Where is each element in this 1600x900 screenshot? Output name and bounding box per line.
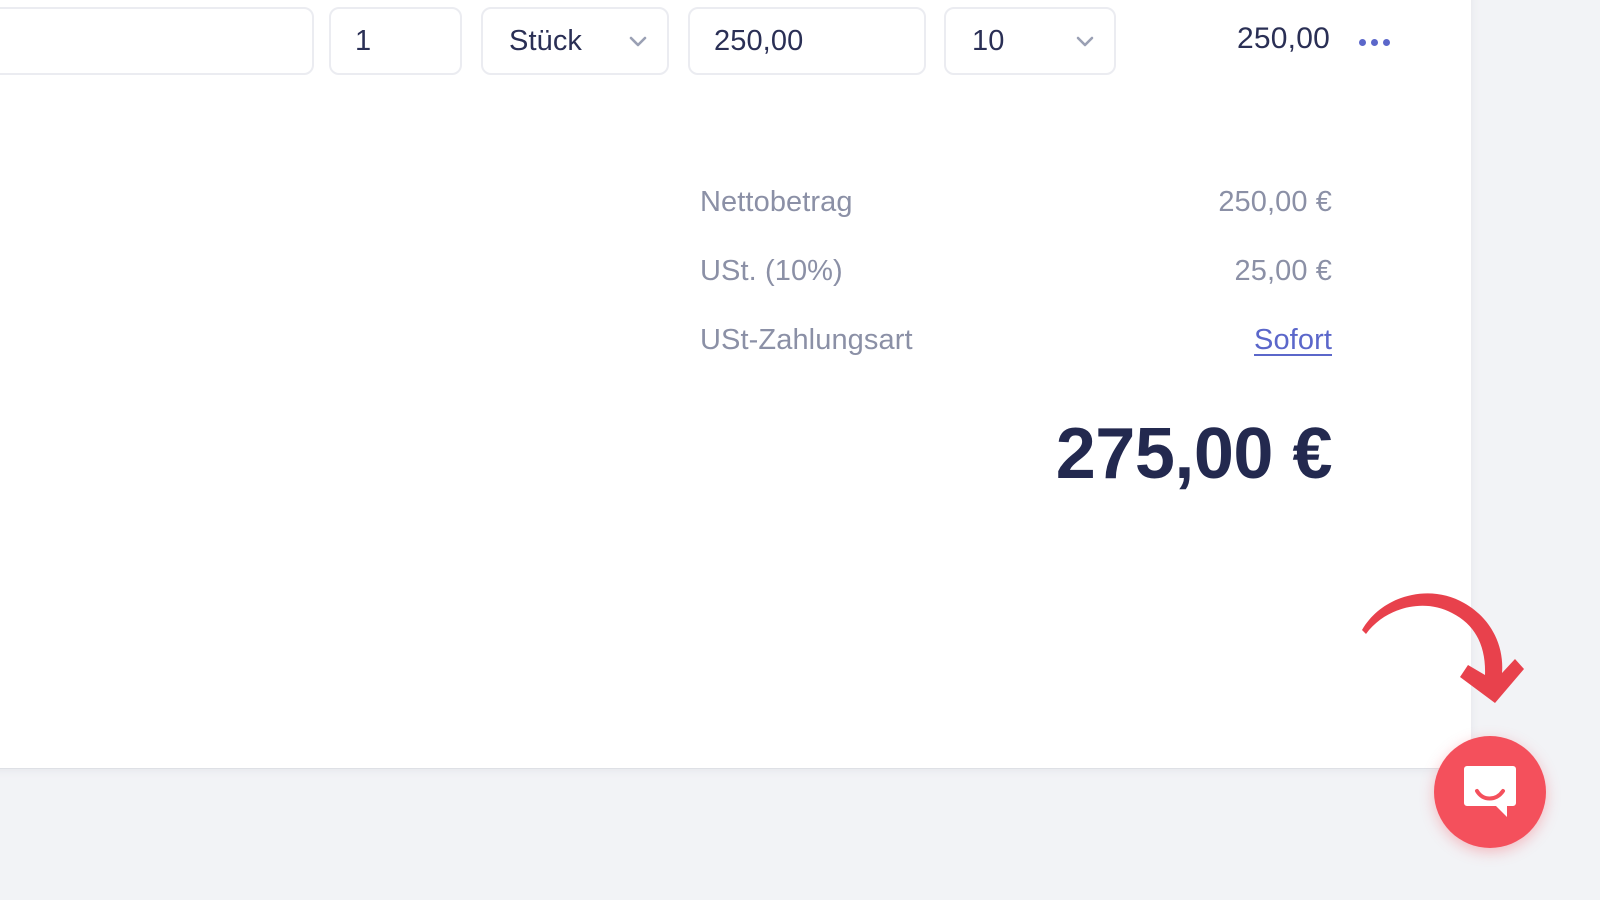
ellipsis-dot <box>1382 38 1390 46</box>
line-item-quantity-input[interactable]: 1 <box>329 7 462 75</box>
ellipsis-dot <box>1358 38 1366 46</box>
chevron-down-icon <box>625 28 651 54</box>
invoice-document-card: 1 Stück 250,00 10 250,00 Nettobetrag 250… <box>0 0 1471 769</box>
totals-label-vat: USt. (10%) <box>700 255 843 287</box>
totals-value-vat-payment-type-link[interactable]: Sofort <box>1254 324 1332 357</box>
totals-value-vat: 25,00 € <box>1234 255 1332 287</box>
line-item-unit-value: Stück <box>509 24 583 57</box>
line-item-unit-select[interactable]: Stück <box>481 7 669 75</box>
totals-value-net: 250,00 € <box>1218 186 1332 218</box>
line-item-unit-price-value: 250,00 <box>714 24 804 57</box>
grand-total-amount: 275,00 € <box>1055 414 1333 494</box>
ellipsis-horizontal-icon[interactable] <box>1352 25 1396 59</box>
line-item-total-amount: 250,00 <box>1237 22 1330 55</box>
ellipsis-dot <box>1370 38 1378 46</box>
totals-label-net: Nettobetrag <box>700 186 853 218</box>
intercom-chat-bubble-icon <box>1464 766 1516 817</box>
line-item-quantity-value: 1 <box>355 24 372 57</box>
chat-launcher-button[interactable] <box>1434 736 1546 848</box>
totals-label-vat-payment-type: USt-Zahlungsart <box>700 324 913 356</box>
invoice-editor-screen: 1 Stück 250,00 10 250,00 Nettobetrag 250… <box>0 0 1600 900</box>
totals-summary: Nettobetrag 250,00 € USt. (10%) 25,00 € … <box>700 186 1332 393</box>
totals-row-vat-payment-type: USt-Zahlungsart Sofort <box>700 324 1332 393</box>
line-item-unit-price-input[interactable]: 250,00 <box>688 7 926 75</box>
line-item-description-input[interactable] <box>0 7 314 75</box>
line-item-row: 1 Stück 250,00 10 250,00 <box>0 0 1471 86</box>
totals-row-net: Nettobetrag 250,00 € <box>700 186 1332 255</box>
line-item-tax-rate-value: 10 <box>972 24 1005 57</box>
totals-row-vat: USt. (10%) 25,00 € <box>700 255 1332 324</box>
